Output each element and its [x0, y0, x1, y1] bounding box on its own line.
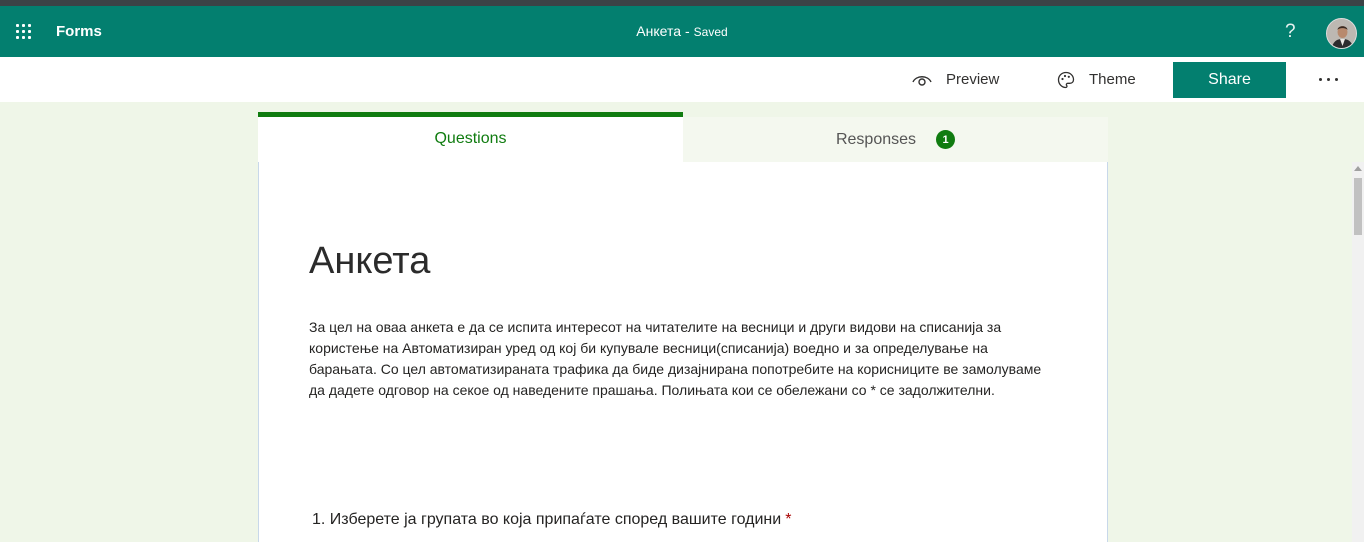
theme-label: Theme [1089, 71, 1136, 88]
tab-questions[interactable]: Questions [258, 112, 683, 162]
form-card: Анкета За цел на оваа анкета е да се исп… [258, 162, 1108, 542]
user-photo-icon [1327, 19, 1356, 48]
help-icon[interactable]: ? [1285, 21, 1296, 43]
scroll-up-arrow-icon[interactable] [1354, 166, 1362, 171]
preview-label: Preview [946, 71, 1000, 88]
form-tabs: Questions Responses 1 [258, 112, 1108, 162]
form-description[interactable]: За цел на оваа анкета е да се испита инт… [309, 317, 1059, 401]
more-options-icon[interactable] [1316, 66, 1342, 92]
toolbar: Preview Theme Share [0, 57, 1364, 102]
tab-responses[interactable]: Responses 1 [683, 117, 1108, 162]
tab-responses-label: Responses [835, 130, 917, 148]
save-status: Saved [693, 25, 728, 39]
palette-icon [1057, 71, 1075, 88]
question-1[interactable]: 1. Изберете ја групата во која припаѓате… [312, 511, 791, 529]
app-header: Forms Анкета - Saved ? [0, 6, 1364, 57]
form-title-status: Анкета - Saved [0, 23, 1364, 39]
question-text: Изберете ја групата во која припаѓате сп… [329, 511, 782, 528]
header-form-title: Анкета [636, 23, 681, 39]
responses-count-badge: 1 [936, 130, 956, 149]
question-number: 1. [312, 511, 326, 528]
page-scrollbar[interactable] [1352, 162, 1364, 542]
share-button[interactable]: Share [1173, 62, 1286, 98]
form-title[interactable]: Анкета [309, 240, 430, 283]
scrollbar-thumb[interactable] [1354, 178, 1362, 235]
eye-icon [912, 75, 932, 86]
required-asterisk: * [785, 511, 792, 528]
avatar[interactable] [1326, 18, 1357, 49]
preview-button[interactable]: Preview [912, 57, 999, 102]
title-separator: - [685, 23, 690, 39]
theme-button[interactable]: Theme [1057, 57, 1136, 102]
